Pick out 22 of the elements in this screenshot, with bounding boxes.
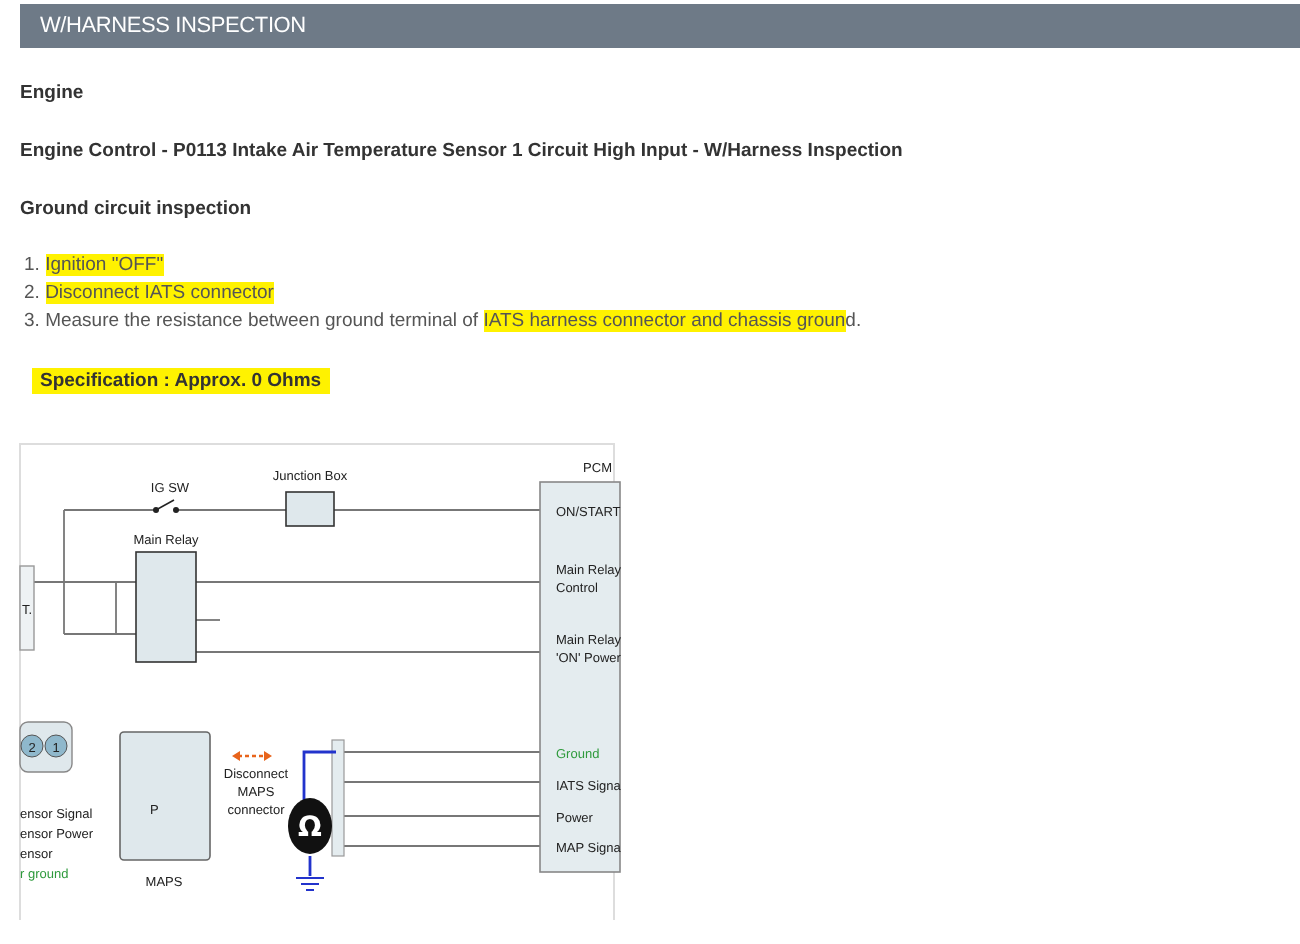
switch-drawing: [153, 499, 179, 513]
heading: Ground circuit inspection: [20, 198, 254, 222]
ohmmeter-icon: [288, 798, 332, 854]
heading: Engine: [20, 82, 86, 106]
double-arrow-icon: [232, 751, 272, 761]
fuse-drawing: [285, 491, 335, 527]
heading: Engine Control - P0113 Intake Air Temperature Sensor 1 Circuit High Input - W/Harness Inspection: [20, 140, 905, 164]
section-title: W/HARNESS INSPECTION: [40, 14, 306, 38]
ohm-symbol: Ω: [298, 812, 322, 844]
test-lead-line: [302, 750, 338, 878]
step-text: 2. Disconnect IATS connector: [24, 280, 276, 308]
ground-icon: [295, 877, 325, 891]
maps-sensor-drawing: [119, 731, 211, 861]
specification-text: Specification : Approx. 0 Ohms: [32, 368, 330, 394]
step-text: 3. Measure the resistance between ground terminal of IATS harness connector and chassis ground.: [24, 308, 864, 336]
wire: [175, 509, 287, 511]
harness-connector-drawing: [331, 739, 345, 857]
battery-drawing: [19, 565, 35, 651]
step-text: 1. Ignition "OFF": [24, 252, 166, 280]
relay-drawing: [135, 551, 197, 663]
wire: [195, 619, 221, 621]
connector-drawing: [19, 721, 73, 773]
